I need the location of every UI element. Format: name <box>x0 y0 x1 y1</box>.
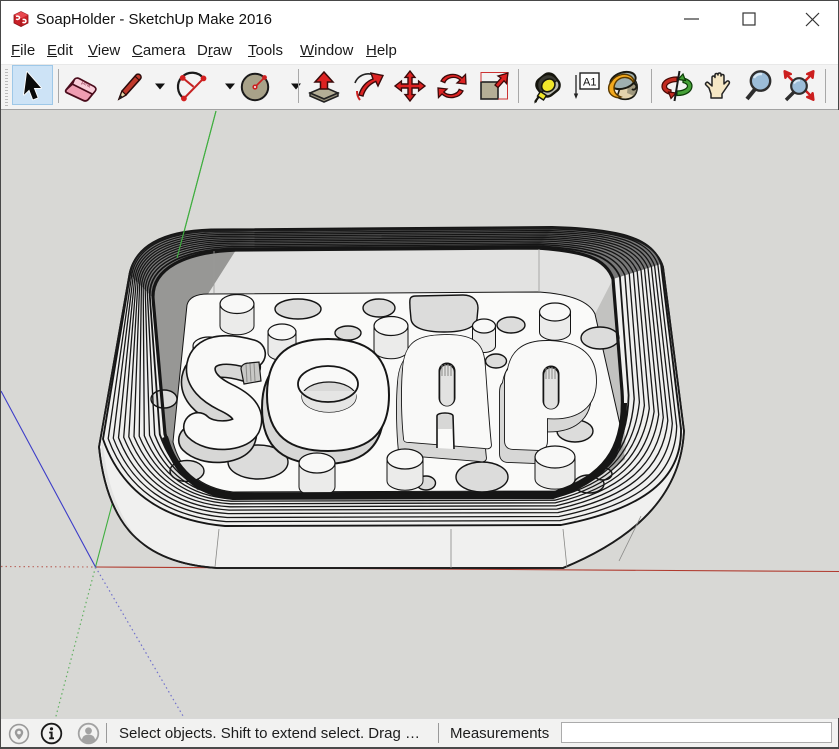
svg-text:A1: A1 <box>583 77 596 89</box>
